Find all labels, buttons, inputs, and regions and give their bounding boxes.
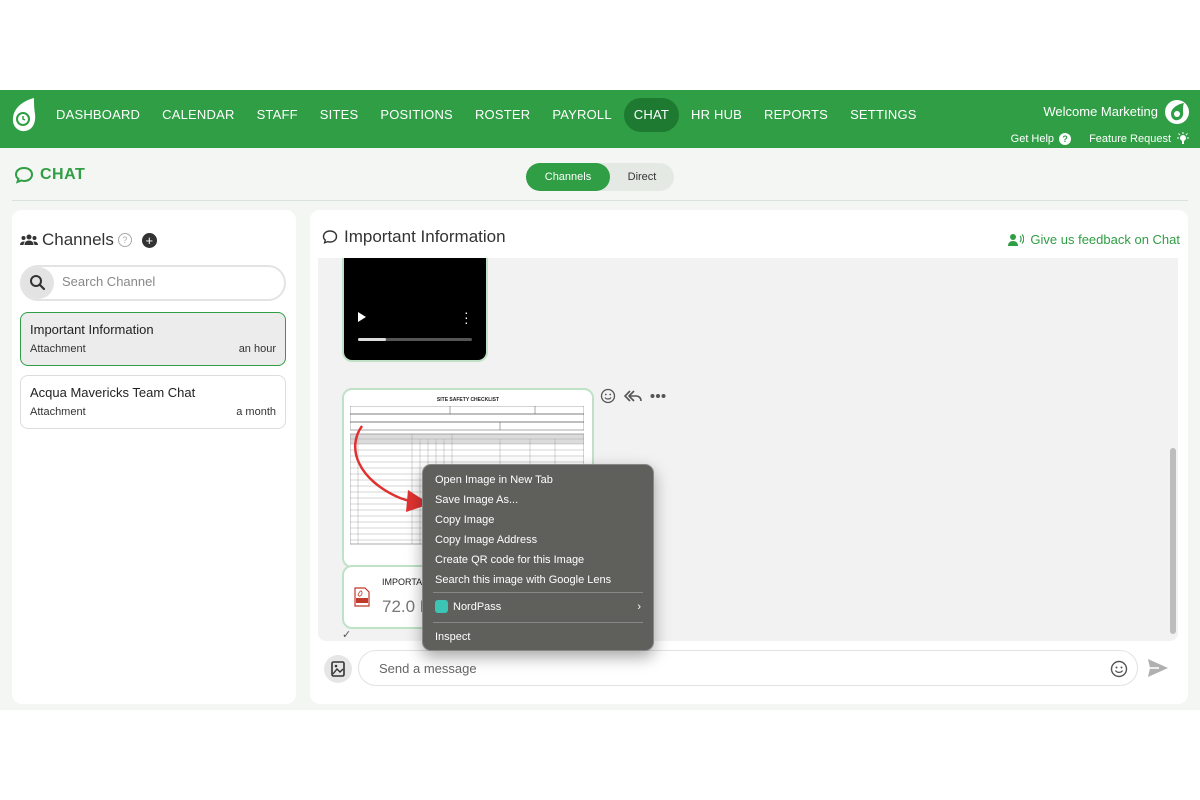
nav-positions[interactable]: POSITIONS (370, 98, 463, 132)
menu-nordpass[interactable]: NordPass (453, 599, 501, 615)
send-icon[interactable] (1146, 656, 1170, 680)
menu-create-qr-code[interactable]: Create QR code for this Image (435, 552, 584, 568)
video-progress-fill (358, 338, 386, 341)
feedback-label: Give us feedback on Chat (1030, 232, 1180, 247)
emoji-icon[interactable] (1110, 660, 1128, 678)
menu-save-image-as[interactable]: Save Image As... (435, 492, 518, 508)
get-help-link[interactable]: Get Help ? (1010, 132, 1072, 146)
video-message[interactable]: · · · (342, 258, 488, 362)
menu-open-image-new-tab[interactable]: Open Image in New Tab (435, 472, 553, 488)
help-icon[interactable]: ? (117, 233, 132, 247)
nav-reports[interactable]: REPORTS (754, 98, 838, 132)
nav-calendar[interactable]: CALENDAR (152, 98, 244, 132)
tab-channels[interactable]: Channels (526, 163, 610, 191)
menu-divider (433, 592, 643, 593)
pdf-file-icon (354, 587, 370, 607)
user-avatar-icon[interactable] (1164, 99, 1190, 125)
page-title-text: CHAT (40, 166, 86, 183)
nordpass-icon (435, 600, 448, 613)
message-composer (324, 650, 1184, 690)
help-links: Get Help ? Feature Request (1011, 132, 1190, 146)
nav-hr-hub[interactable]: HR HUB (681, 98, 752, 132)
chevron-right-icon: › (637, 601, 641, 613)
search-icon (30, 275, 46, 291)
feature-request-link[interactable]: Feature Request (1089, 132, 1190, 146)
channels-header: Channels ? + (20, 230, 157, 250)
feedback-icon (1008, 233, 1025, 246)
feedback-link[interactable]: Give us feedback on Chat (1008, 232, 1180, 247)
nav-roster[interactable]: ROSTER (465, 98, 540, 132)
tab-direct[interactable]: Direct (610, 163, 674, 191)
reply-all-icon[interactable] (624, 389, 642, 403)
welcome-text: Welcome Marketing (1043, 104, 1158, 119)
nav-dashboard[interactable]: DASHBOARD (46, 98, 150, 132)
menu-search-google-lens[interactable]: Search this image with Google Lens (435, 572, 611, 588)
channel-time: an hour (238, 343, 276, 355)
channel-search (20, 265, 286, 301)
conversation-header: Important Information (322, 227, 506, 247)
channel-name: Important Information (30, 322, 154, 337)
nav-staff[interactable]: STAFF (247, 98, 308, 132)
channel-name: Acqua Mavericks Team Chat (30, 385, 196, 400)
channels-title: Channels (42, 230, 114, 249)
channel-last-message: Attachment (30, 406, 86, 418)
play-icon[interactable] (358, 312, 366, 322)
search-icon-button[interactable] (22, 267, 54, 299)
chat-bubble-icon (14, 166, 34, 184)
add-channel-icon[interactable]: + (141, 232, 157, 248)
get-help-label: Get Help (1010, 133, 1055, 145)
main-nav: DASHBOARD CALENDAR STAFF SITES POSITIONS… (46, 98, 929, 132)
attach-image-button[interactable] (324, 655, 352, 683)
more-horizontal-icon[interactable] (650, 393, 666, 399)
group-icon (20, 234, 38, 245)
channel-time: a month (236, 406, 276, 418)
menu-copy-image-address[interactable]: Copy Image Address (435, 532, 537, 548)
more-vertical-icon[interactable]: · · · (464, 305, 469, 329)
document-title: SITE SAFETY CHECKLIST (436, 397, 500, 403)
channel-item-important-information[interactable]: Important Information Attachment an hour (20, 312, 286, 366)
sent-check-icon: ✓ (342, 629, 352, 641)
page-title: CHAT (14, 166, 85, 184)
message-input[interactable] (358, 650, 1138, 686)
search-channel-input[interactable] (60, 273, 274, 290)
menu-copy-image[interactable]: Copy Image (435, 512, 494, 528)
message-scrollbar[interactable] (1170, 448, 1176, 634)
conversation-title: Important Information (344, 227, 506, 246)
chat-bubble-icon (322, 230, 338, 244)
lightbulb-icon (1177, 132, 1189, 144)
channels-panel: Channels ? + Important Information Attac… (12, 210, 296, 704)
emoji-react-icon[interactable] (600, 388, 616, 404)
feature-request-label: Feature Request (1089, 133, 1171, 145)
channel-last-message: Attachment (30, 343, 86, 355)
question-circle-icon: ? (1059, 133, 1072, 145)
context-menu: Open Image in New Tab Save Image As... C… (422, 464, 654, 651)
nav-sites[interactable]: SITES (310, 98, 369, 132)
channel-type-toggle: Channels Direct (526, 163, 674, 191)
message-actions (600, 388, 666, 404)
nav-chat[interactable]: CHAT (623, 98, 679, 132)
menu-inspect[interactable]: Inspect (435, 629, 470, 645)
channel-item-acqua-mavericks[interactable]: Acqua Mavericks Team Chat Attachment a m… (20, 375, 286, 429)
header-divider (12, 200, 1188, 201)
app-logo-icon[interactable] (8, 96, 38, 136)
nav-payroll[interactable]: PAYROLL (542, 98, 621, 132)
image-attach-icon (331, 661, 345, 677)
menu-divider (433, 622, 643, 623)
top-nav-bar: DASHBOARD CALENDAR STAFF SITES POSITIONS… (0, 90, 1200, 148)
nav-settings[interactable]: SETTINGS (840, 98, 927, 132)
